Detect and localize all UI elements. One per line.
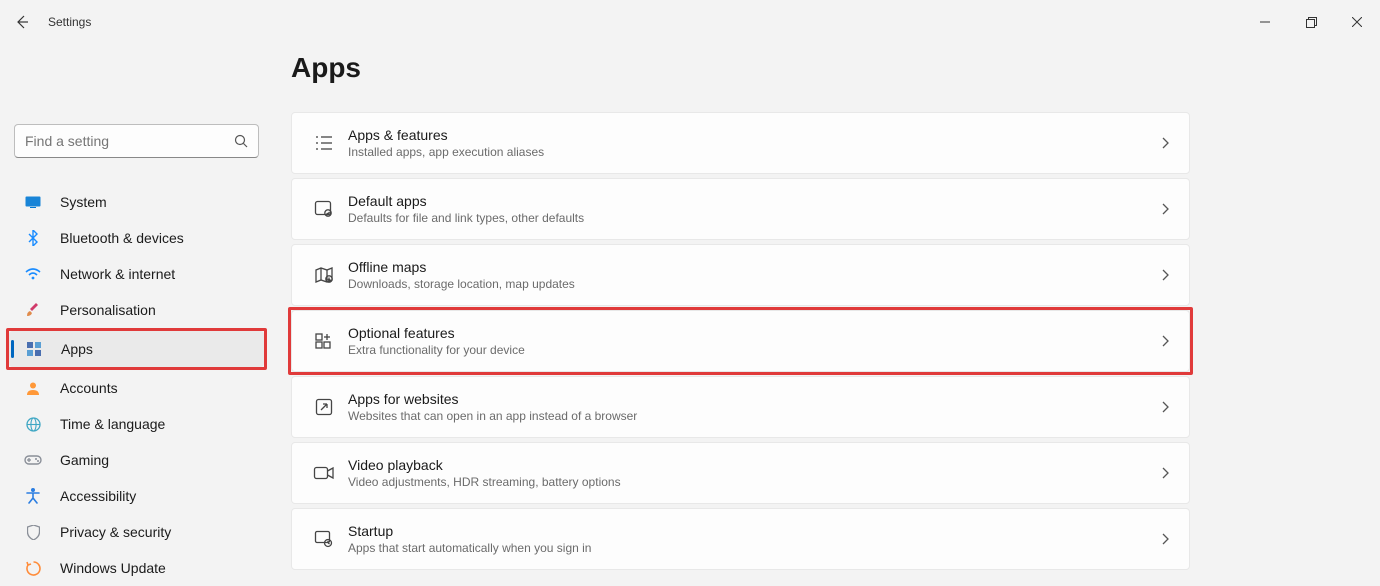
card-subtitle: Installed apps, app execution aliases bbox=[348, 145, 1161, 159]
settings-card: Default apps Defaults for file and link … bbox=[291, 178, 1190, 240]
sidebar-item-label: Windows Update bbox=[60, 560, 166, 576]
sidebar-item-personalisation[interactable]: Personalisation bbox=[0, 292, 273, 328]
sidebar-item-accounts[interactable]: Accounts bbox=[0, 370, 273, 406]
sidebar-item-label: Apps bbox=[61, 341, 93, 357]
page-title: Apps bbox=[291, 52, 1190, 84]
optional-icon bbox=[306, 332, 342, 350]
system-icon bbox=[24, 196, 42, 208]
sidebar-item-system[interactable]: System bbox=[0, 184, 273, 220]
card-title: Offline maps bbox=[348, 259, 1161, 275]
card-subtitle: Downloads, storage location, map updates bbox=[348, 277, 1161, 291]
chevron-right-icon bbox=[1161, 533, 1169, 545]
card-subtitle: Defaults for file and link types, other … bbox=[348, 211, 1161, 225]
card-subtitle: Websites that can open in an app instead… bbox=[348, 409, 1161, 423]
search-input[interactable] bbox=[25, 133, 234, 149]
chevron-right-icon bbox=[1161, 269, 1169, 281]
websites-icon bbox=[306, 398, 342, 416]
card-title: Apps & features bbox=[348, 127, 1161, 143]
card-default-apps[interactable]: Default apps Defaults for file and link … bbox=[291, 178, 1190, 240]
main-content: Apps Apps & features Installed apps, app… bbox=[285, 44, 1380, 580]
card-video-playback[interactable]: Video playback Video adjustments, HDR st… bbox=[291, 442, 1190, 504]
shield-icon bbox=[24, 525, 42, 540]
search-box[interactable] bbox=[14, 124, 259, 158]
back-button[interactable] bbox=[14, 14, 30, 30]
card-subtitle: Video adjustments, HDR streaming, batter… bbox=[348, 475, 1161, 489]
sidebar-item-time-language[interactable]: Time & language bbox=[0, 406, 273, 442]
sidebar-item-label: Privacy & security bbox=[60, 524, 171, 540]
sidebar-item-privacy-security[interactable]: Privacy & security bbox=[0, 514, 273, 550]
settings-card: Startup Apps that start automatically wh… bbox=[291, 508, 1190, 570]
gamepad-icon bbox=[24, 454, 42, 466]
highlight-box: Apps bbox=[6, 328, 267, 370]
chevron-right-icon bbox=[1161, 137, 1169, 149]
sidebar-item-accessibility[interactable]: Accessibility bbox=[0, 478, 273, 514]
update-icon bbox=[24, 561, 42, 576]
sidebar-item-label: Bluetooth & devices bbox=[60, 230, 184, 246]
sidebar-item-windows-update[interactable]: Windows Update bbox=[0, 550, 273, 586]
card-optional-features[interactable]: Optional features Extra functionality fo… bbox=[291, 310, 1190, 372]
startup-icon bbox=[306, 530, 342, 548]
card-title: Video playback bbox=[348, 457, 1161, 473]
settings-card: Offline maps Downloads, storage location… bbox=[291, 244, 1190, 306]
offline-maps-icon bbox=[306, 266, 342, 284]
maximize-button[interactable] bbox=[1288, 6, 1334, 38]
card-title: Default apps bbox=[348, 193, 1161, 209]
card-apps-features[interactable]: Apps & features Installed apps, app exec… bbox=[291, 112, 1190, 174]
chevron-right-icon bbox=[1161, 203, 1169, 215]
sidebar-item-bluetooth-devices[interactable]: Bluetooth & devices bbox=[0, 220, 273, 256]
card-title: Apps for websites bbox=[348, 391, 1161, 407]
settings-card: Apps & features Installed apps, app exec… bbox=[291, 112, 1190, 174]
window-title: Settings bbox=[48, 15, 91, 29]
card-offline-maps[interactable]: Offline maps Downloads, storage location… bbox=[291, 244, 1190, 306]
close-button[interactable] bbox=[1334, 6, 1380, 38]
accessibility-icon bbox=[24, 488, 42, 504]
sidebar-item-gaming[interactable]: Gaming bbox=[0, 442, 273, 478]
chevron-right-icon bbox=[1161, 467, 1169, 479]
video-icon bbox=[306, 466, 342, 480]
sidebar-item-network-internet[interactable]: Network & internet bbox=[0, 256, 273, 292]
sidebar-item-label: Time & language bbox=[60, 416, 165, 432]
default-apps-icon bbox=[306, 200, 342, 218]
card-apps-for-websites[interactable]: Apps for websites Websites that can open… bbox=[291, 376, 1190, 438]
card-title: Optional features bbox=[348, 325, 1161, 341]
chevron-right-icon bbox=[1161, 401, 1169, 413]
search-icon bbox=[234, 134, 248, 148]
minimize-button[interactable] bbox=[1242, 6, 1288, 38]
chevron-right-icon bbox=[1161, 335, 1169, 347]
brush-icon bbox=[24, 303, 42, 317]
account-icon bbox=[24, 381, 42, 395]
card-subtitle: Apps that start automatically when you s… bbox=[348, 541, 1161, 555]
sidebar-item-label: Accounts bbox=[60, 380, 118, 396]
sidebar: System Bluetooth & devices Network & inter… bbox=[0, 44, 285, 580]
card-subtitle: Extra functionality for your device bbox=[348, 343, 1161, 357]
sidebar-item-apps[interactable]: Apps bbox=[9, 331, 264, 367]
sidebar-item-label: Personalisation bbox=[60, 302, 156, 318]
wifi-icon bbox=[24, 268, 42, 280]
globe-icon bbox=[24, 417, 42, 432]
card-startup[interactable]: Startup Apps that start automatically wh… bbox=[291, 508, 1190, 570]
settings-card: Apps for websites Websites that can open… bbox=[291, 376, 1190, 438]
apps-icon bbox=[25, 342, 43, 356]
sidebar-item-label: System bbox=[60, 194, 107, 210]
titlebar: Settings bbox=[0, 0, 1380, 44]
sidebar-item-label: Gaming bbox=[60, 452, 109, 468]
settings-card: Optional features Extra functionality fo… bbox=[291, 310, 1190, 372]
card-title: Startup bbox=[348, 523, 1161, 539]
bluetooth-icon bbox=[24, 230, 42, 246]
apps-features-icon bbox=[306, 134, 342, 152]
sidebar-item-label: Accessibility bbox=[60, 488, 136, 504]
settings-card: Video playback Video adjustments, HDR st… bbox=[291, 442, 1190, 504]
sidebar-item-label: Network & internet bbox=[60, 266, 175, 282]
